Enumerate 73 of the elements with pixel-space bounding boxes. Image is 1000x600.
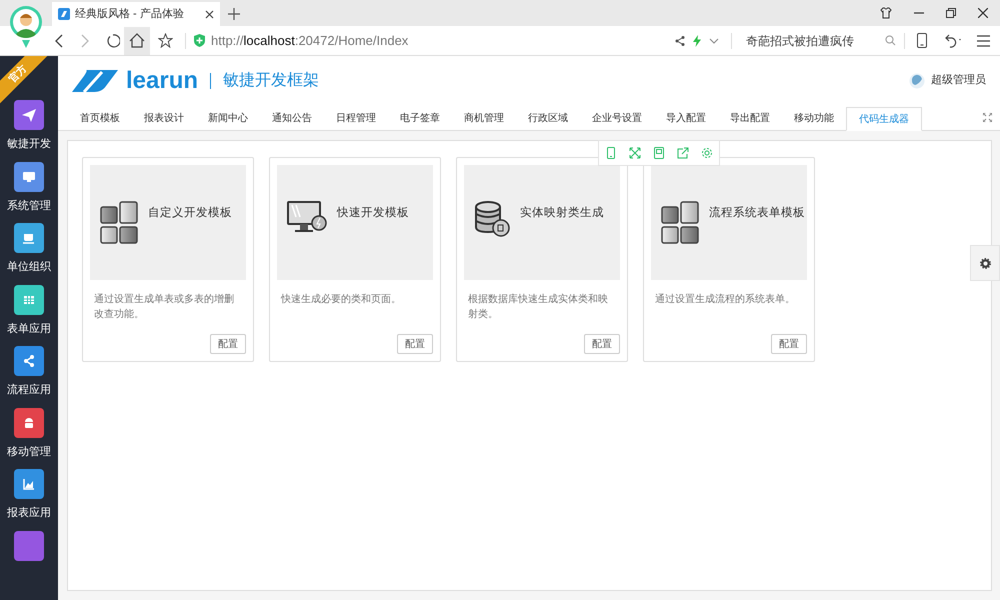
page-tab[interactable]: 首页模板 <box>68 106 132 130</box>
card-description: 快速生成必要的类和页面。 <box>280 292 402 307</box>
tiles-icon <box>661 201 699 245</box>
shield-icon <box>194 34 205 47</box>
card-description: 通过设置生成流程的系统表单。 <box>654 292 796 307</box>
page-tab[interactable]: 电子签章 <box>388 106 452 130</box>
new-tab-icon[interactable] <box>228 8 240 20</box>
page-tab[interactable]: 商机管理 <box>452 106 516 130</box>
page-tab[interactable]: 日程管理 <box>324 106 388 130</box>
page-tab[interactable]: 移动功能 <box>782 106 846 130</box>
menu-label[interactable]: 系统管理 <box>7 198 51 214</box>
brand-subtitle: 敏捷开发框架 <box>223 70 320 90</box>
config-button[interactable]: 配置 <box>397 334 433 354</box>
tab-logo-icon <box>58 8 70 20</box>
home-icon <box>129 33 145 48</box>
search-field[interactable]: 奇葩招式被拍遭疯传 <box>746 32 896 50</box>
page-tab[interactable]: 通知公告 <box>260 106 324 130</box>
page-tab[interactable]: 企业号设置 <box>580 106 654 130</box>
skin-icon[interactable] <box>880 7 892 19</box>
menu-tile-icon[interactable] <box>14 223 44 253</box>
card-title: 实体映射类生成 <box>520 205 604 221</box>
menu-tile-icon[interactable] <box>14 284 44 314</box>
page-tab[interactable]: 报表设计 <box>132 106 196 130</box>
page-tab[interactable]: 代码生成器 <box>846 107 922 131</box>
config-button[interactable]: 配置 <box>584 334 620 354</box>
card-title: 流程系统表单模板 <box>709 205 805 221</box>
menu-label[interactable]: 报表应用 <box>7 505 51 522</box>
menu-tile-icon[interactable] <box>14 162 44 192</box>
page-tab[interactable]: 行政区域 <box>516 106 580 130</box>
undo-icon[interactable] <box>945 34 963 48</box>
brand-name: learun <box>126 68 198 92</box>
menu-label[interactable]: 单位组织 <box>7 259 51 276</box>
page-tab[interactable]: 导出配置 <box>718 106 782 130</box>
logo-icon <box>72 70 118 92</box>
menu-icon[interactable] <box>977 34 990 46</box>
menu-label[interactable]: 流程应用 <box>7 382 51 398</box>
database-icon <box>474 201 510 237</box>
menu-tile-icon[interactable] <box>14 100 44 130</box>
config-button[interactable]: 配置 <box>210 334 246 354</box>
card-title: 快速开发模板 <box>337 206 409 221</box>
tiles-icon <box>100 201 138 245</box>
back-icon[interactable] <box>54 34 64 48</box>
card-title: 自定义开发模板 <box>148 205 232 221</box>
menu-tile-icon[interactable] <box>14 469 44 499</box>
search-icon[interactable] <box>885 35 896 46</box>
user-name[interactable]: 超级管理员 <box>931 72 986 89</box>
page-tab[interactable]: 导入配置 <box>654 106 718 130</box>
settings-icon <box>980 258 990 268</box>
menu-tile-icon[interactable] <box>14 346 44 376</box>
card-description: 根据数据库快速生成实体类和映射类。 <box>467 292 609 322</box>
chevron-down-icon[interactable] <box>709 38 719 44</box>
menu-tile-icon[interactable] <box>14 408 44 438</box>
card-description: 通过设置生成单表或多表的增删改查功能。 <box>93 292 235 322</box>
menu-label[interactable]: 敏捷开发 <box>7 136 51 152</box>
monitor-icon <box>287 201 327 235</box>
user-avatar-icon[interactable] <box>909 72 925 90</box>
menu-label[interactable]: 移动管理 <box>7 444 51 460</box>
reload-icon[interactable] <box>106 34 120 48</box>
fullscreen-icon[interactable] <box>983 113 992 122</box>
share-icon[interactable] <box>675 36 685 46</box>
close-icon[interactable] <box>978 8 988 18</box>
menu-tile[interactable] <box>14 530 44 560</box>
page-tab[interactable]: 新闻中心 <box>196 106 260 130</box>
star-icon[interactable] <box>158 33 173 48</box>
home-button[interactable] <box>124 26 150 54</box>
close-icon[interactable] <box>205 10 214 18</box>
phone-icon[interactable] <box>917 33 927 48</box>
menu-label[interactable]: 表单应用 <box>7 320 51 337</box>
restore-icon[interactable] <box>946 8 956 18</box>
settings-button[interactable] <box>970 245 1000 281</box>
url-field[interactable]: http://localhost:20472/Home/Index <box>211 30 408 50</box>
config-button[interactable]: 配置 <box>771 334 807 354</box>
ribbon-label: 官方 <box>6 62 30 86</box>
